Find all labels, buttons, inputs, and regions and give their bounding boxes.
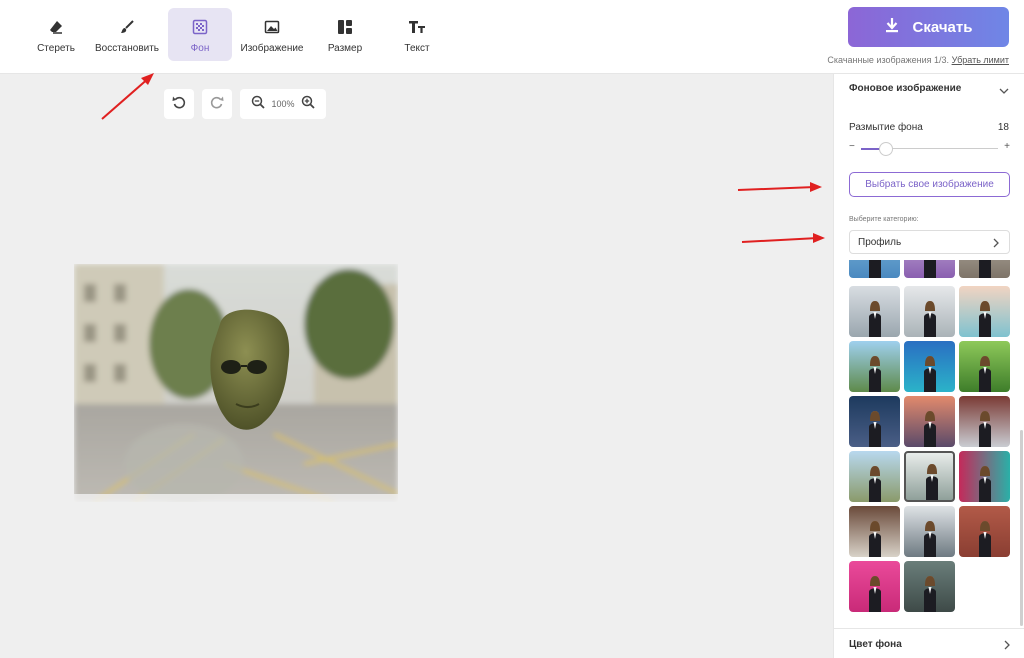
- remove-limit-link[interactable]: Убрать лимит: [952, 55, 1009, 65]
- choose-own-image-button[interactable]: Выбрать свое изображение: [849, 172, 1010, 197]
- background-thumbnail[interactable]: [904, 396, 955, 447]
- brush-icon: [119, 18, 135, 36]
- background-blur-value: 18: [997, 122, 1009, 133]
- tool-image-label: Изображение: [240, 43, 304, 54]
- tool-background[interactable]: Фон: [168, 8, 232, 61]
- background-thumbnail[interactable]: [959, 286, 1010, 337]
- background-thumbnail[interactable]: [849, 286, 900, 337]
- background-color-section[interactable]: Цвет фона: [834, 628, 1024, 658]
- tool-erase[interactable]: Стереть: [24, 8, 88, 61]
- eraser-icon: [48, 18, 64, 36]
- background-thumbnail-selected[interactable]: [904, 451, 955, 502]
- background-thumbnail[interactable]: [849, 561, 900, 612]
- background-thumbnail[interactable]: [904, 286, 955, 337]
- category-value: Профиль: [858, 236, 902, 248]
- chevron-right-icon: [1002, 638, 1012, 656]
- settings-panel: Фоновое изображение Размытие фона 18 − +…: [833, 74, 1024, 658]
- tool-text-label: Текст: [404, 43, 430, 54]
- zoom-level: 100%: [271, 99, 295, 109]
- background-image-section-title: Фоновое изображение: [849, 83, 962, 94]
- image-icon: [264, 18, 280, 36]
- background-thumbnail[interactable]: [904, 260, 955, 278]
- zoom-out-icon[interactable]: [251, 95, 266, 114]
- background-thumbnail[interactable]: [904, 561, 955, 612]
- download-button[interactable]: Скачать: [848, 7, 1009, 47]
- download-limit-info: Скачанные изображения 1/3. Убрать лимит: [827, 55, 1009, 65]
- tool-text[interactable]: Текст: [385, 8, 449, 61]
- zoom-in-icon[interactable]: [301, 95, 315, 114]
- panel-scrollbar[interactable]: [1020, 430, 1023, 626]
- background-thumbnail[interactable]: [959, 396, 1010, 447]
- tool-size[interactable]: Размер: [313, 8, 377, 61]
- background-icon: [192, 18, 208, 36]
- tool-background-label: Фон: [190, 43, 210, 54]
- tool-erase-label: Стереть: [37, 43, 75, 54]
- background-thumbnail[interactable]: [959, 260, 1010, 278]
- download-label: Скачать: [912, 18, 973, 36]
- redo-button[interactable]: [202, 89, 232, 119]
- background-thumbnail[interactable]: [904, 341, 955, 392]
- background-thumbnail[interactable]: [849, 451, 900, 502]
- zoom-control: 100%: [240, 89, 326, 119]
- edited-photo[interactable]: [74, 264, 398, 502]
- background-thumbnail[interactable]: [849, 341, 900, 392]
- chevron-right-icon: [991, 237, 1001, 252]
- slider-handle[interactable]: [878, 142, 893, 156]
- download-count-text: Скачанные изображения 1/3.: [827, 55, 950, 65]
- background-thumbnail[interactable]: [904, 506, 955, 557]
- background-thumbnail[interactable]: [849, 506, 900, 557]
- category-label: Выберите категорию:: [849, 216, 919, 223]
- background-thumbnail[interactable]: [849, 260, 900, 278]
- background-thumbnail[interactable]: [959, 451, 1010, 502]
- undo-icon: [171, 94, 187, 115]
- tool-image[interactable]: Изображение: [240, 8, 304, 61]
- background-blur-slider[interactable]: − +: [849, 141, 1010, 156]
- background-thumbnail[interactable]: [959, 341, 1010, 392]
- background-thumbnail-grid: [834, 260, 1024, 628]
- editor-canvas: 100%: [0, 74, 833, 658]
- layout-icon: [337, 18, 353, 36]
- chevron-down-icon[interactable]: [998, 84, 1010, 102]
- tool-size-label: Размер: [327, 43, 363, 54]
- background-color-title: Цвет фона: [849, 639, 902, 650]
- background-thumbnail[interactable]: [959, 506, 1010, 557]
- download-icon: [885, 17, 899, 38]
- tool-restore-label: Восстановить: [94, 43, 160, 54]
- redo-icon: [209, 94, 225, 115]
- text-icon: [408, 18, 426, 36]
- tool-restore[interactable]: Восстановить: [95, 8, 159, 61]
- background-blur-label: Размытие фона: [849, 122, 923, 133]
- slider-minus[interactable]: −: [849, 141, 855, 152]
- undo-button[interactable]: [164, 89, 194, 119]
- category-select[interactable]: Профиль: [849, 230, 1010, 254]
- background-thumbnail[interactable]: [849, 396, 900, 447]
- slider-plus[interactable]: +: [1004, 141, 1010, 152]
- top-toolbar: Стереть Восстановить Фон Изображение Раз: [0, 0, 1024, 74]
